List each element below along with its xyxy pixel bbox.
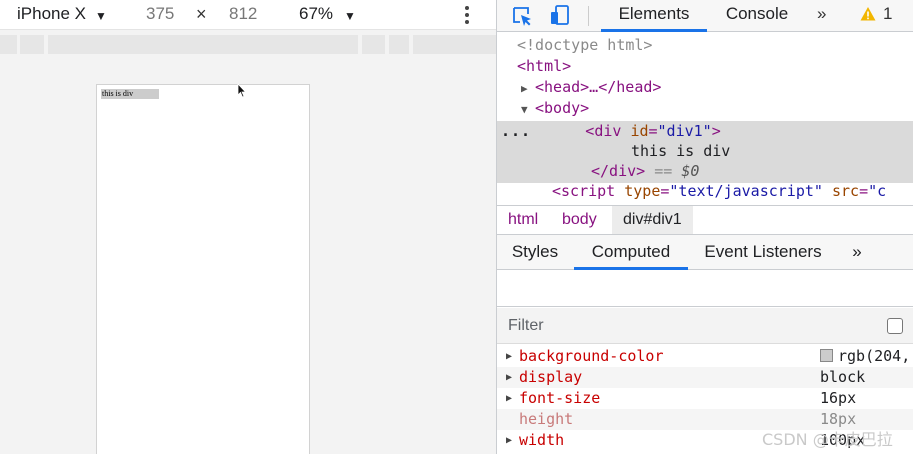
- watermark: CSDN @卡皮巴拉: [762, 430, 893, 449]
- dom-line-div-open: ... <div id="div1">: [501, 122, 721, 140]
- div-attr-value: "div1": [657, 122, 712, 140]
- html-open-tag: <html>: [517, 57, 572, 75]
- dom-node-script[interactable]: <script type="text/javascript" src="c: [497, 181, 913, 201]
- warning-icon[interactable]: [860, 6, 876, 22]
- div-text-node[interactable]: this is div: [631, 142, 730, 160]
- expand-triangle-icon[interactable]: ▶: [506, 346, 512, 367]
- warning-count[interactable]: 1: [883, 0, 892, 28]
- node-actions-ellipsis-icon[interactable]: ...: [501, 122, 531, 140]
- doctype-text: <!doctype html>: [517, 36, 653, 54]
- device-name-select[interactable]: iPhone X: [17, 4, 86, 24]
- emulated-viewport[interactable]: this is div: [96, 84, 310, 454]
- dom-node-doctype[interactable]: <!doctype html>: [497, 35, 913, 55]
- device-emulation-pane: iPhone X ▼ 375 × 812 67% ▼ this is div: [0, 0, 496, 454]
- vertical-ellipsis-icon[interactable]: [461, 4, 473, 26]
- color-swatch-icon[interactable]: [820, 349, 833, 362]
- expand-triangle-icon[interactable]: ▶: [506, 367, 512, 388]
- media-query-segment[interactable]: [413, 35, 496, 54]
- div-tag-name: div: [594, 122, 622, 140]
- dom-line-div-close: </div> == $0: [497, 161, 913, 181]
- body-open-tag: <body>: [535, 99, 590, 117]
- tab-event-listeners[interactable]: Event Listeners: [695, 235, 831, 270]
- device-toolbar: iPhone X ▼ 375 × 812 67% ▼: [0, 0, 496, 30]
- script-tag-name: script: [561, 182, 616, 200]
- mouse-cursor-icon: [237, 84, 247, 98]
- show-all-checkbox[interactable]: [887, 318, 903, 334]
- tab-elements[interactable]: Elements: [601, 0, 707, 32]
- media-query-segment[interactable]: [362, 35, 385, 54]
- div-close-tag: </div>: [591, 162, 646, 180]
- more-subtabs-chevron-icon[interactable]: »: [845, 235, 869, 270]
- tab-computed[interactable]: Computed: [574, 235, 688, 270]
- media-query-segment[interactable]: [389, 35, 409, 54]
- script-attr-src: src: [831, 182, 860, 200]
- dom-tree: <!doctype html> <html> ▶ <head>…</head> ▼…: [497, 33, 913, 205]
- sidebar-tab-bar: Styles Computed Event Listeners »: [497, 235, 913, 270]
- box-model-area: [497, 271, 913, 307]
- property-name: background-color: [519, 347, 664, 365]
- dimension-separator: ×: [196, 4, 207, 24]
- breadcrumb-div1[interactable]: div#div1: [612, 206, 693, 234]
- property-name: width: [519, 431, 565, 449]
- device-width-input[interactable]: 375: [146, 4, 174, 24]
- script-attr-type: type: [624, 182, 661, 200]
- devtools-panel: Elements Console » 1 <!doctype html> <ht…: [496, 0, 913, 454]
- property-name: font-size: [519, 389, 601, 407]
- property-name: height: [519, 410, 574, 428]
- script-attr-src-value: "c: [868, 182, 887, 200]
- property-name: display: [519, 368, 583, 386]
- toolbar-divider: [588, 6, 589, 26]
- inspect-element-icon[interactable]: [511, 5, 533, 27]
- dom-node-html[interactable]: <html>: [497, 56, 913, 76]
- media-query-bar[interactable]: [0, 35, 496, 54]
- property-value: block: [820, 368, 866, 386]
- devtools-tab-bar: Elements Console » 1: [497, 0, 913, 32]
- breadcrumb-html[interactable]: html: [497, 206, 549, 234]
- device-toggle-icon[interactable]: [549, 4, 571, 26]
- tab-styles[interactable]: Styles: [503, 235, 567, 270]
- dom-line-div-text: this is div: [497, 141, 913, 161]
- property-value: rgb(204,: [820, 346, 910, 367]
- breadcrumb-body[interactable]: body: [551, 206, 608, 234]
- computed-filter-bar: Filter: [497, 308, 913, 344]
- device-height-input[interactable]: 812: [229, 4, 257, 24]
- expand-triangle-icon[interactable]: ▶: [506, 430, 512, 451]
- div-attr-name: id: [630, 122, 649, 140]
- dom-node-body[interactable]: ▼ <body>: [497, 98, 913, 118]
- device-dropdown-caret-icon[interactable]: ▼: [95, 6, 107, 26]
- computed-row-display[interactable]: ▶ display block: [497, 367, 913, 388]
- tab-console[interactable]: Console: [712, 0, 802, 32]
- head-collapsed-tag: <head>…</head>: [535, 78, 662, 96]
- property-value: 16px: [820, 389, 857, 407]
- script-attr-type-value: "text/javascript": [669, 182, 823, 200]
- expand-triangle-icon[interactable]: ▶: [521, 79, 535, 99]
- eq-marker: ==: [645, 162, 682, 180]
- filter-input[interactable]: Filter: [508, 308, 544, 344]
- dollar-zero: $0: [681, 162, 700, 180]
- property-value-text: rgb(204,: [838, 347, 911, 365]
- expand-triangle-icon[interactable]: ▶: [506, 388, 512, 409]
- more-tabs-chevron-icon[interactable]: »: [817, 0, 826, 28]
- breadcrumb: html body div#div1: [497, 205, 913, 235]
- dom-node-head[interactable]: ▶ <head>…</head>: [497, 77, 913, 97]
- computed-row-background-color[interactable]: ▶ background-color rgb(204,: [497, 346, 913, 367]
- computed-row-font-size[interactable]: ▶ font-size 16px: [497, 388, 913, 409]
- zoom-dropdown-caret-icon[interactable]: ▼: [344, 6, 356, 26]
- media-query-segment[interactable]: [20, 35, 44, 54]
- div1-element[interactable]: this is div: [101, 89, 159, 99]
- zoom-select[interactable]: 67%: [299, 4, 333, 24]
- media-query-segment[interactable]: [48, 35, 358, 54]
- collapse-triangle-icon[interactable]: ▼: [521, 100, 535, 120]
- media-query-segment[interactable]: [0, 35, 17, 54]
